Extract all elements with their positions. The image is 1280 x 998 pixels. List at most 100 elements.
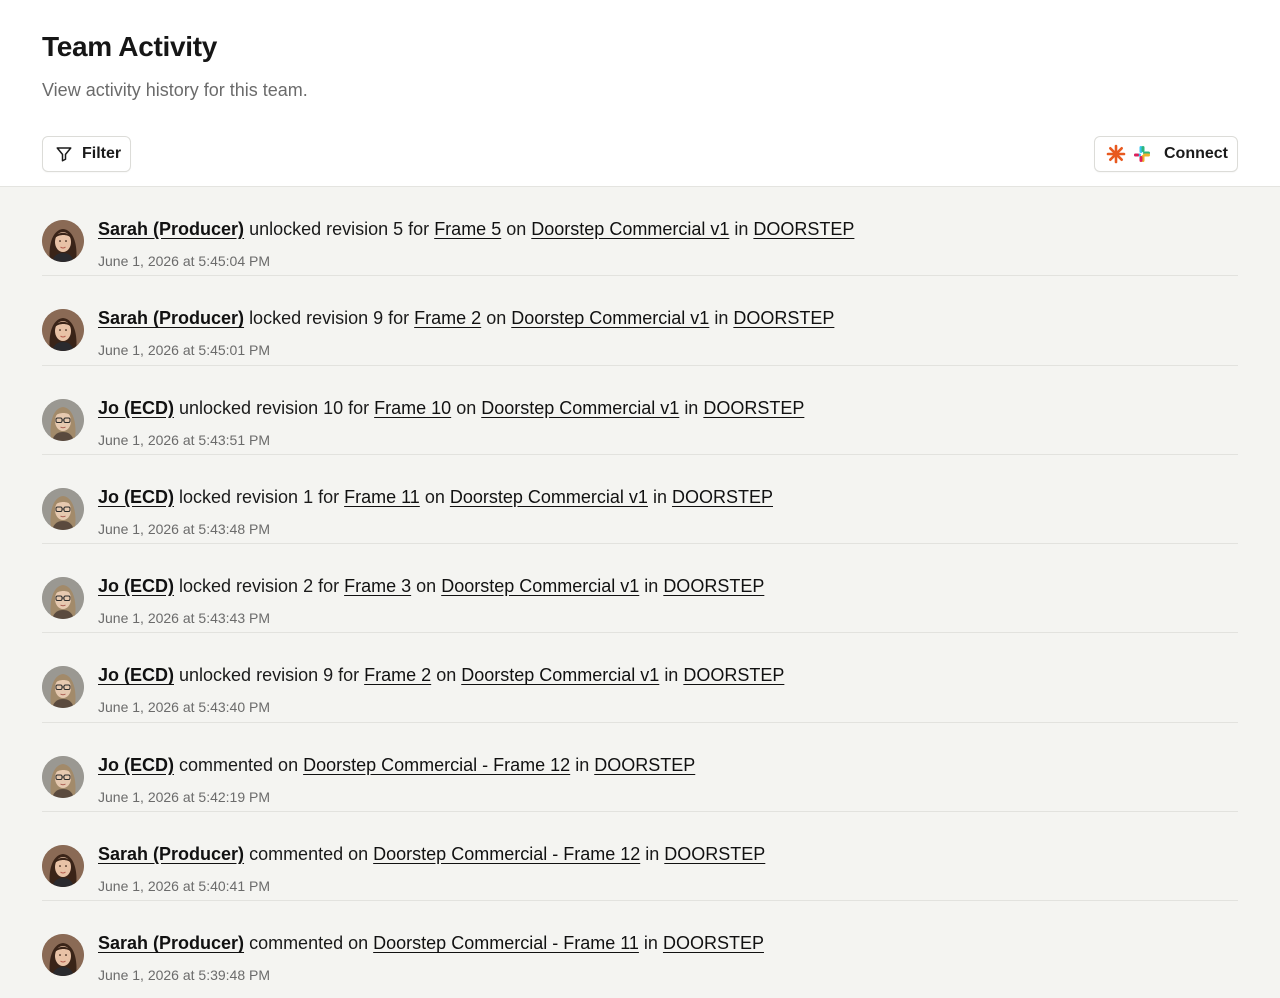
activity-row: Jo (ECD) unlocked revision 9 for Frame 2… (42, 633, 1238, 723)
team-link[interactable]: DOORSTEP (683, 665, 784, 685)
filter-button[interactable]: Filter (42, 136, 131, 172)
activity-text: Jo (ECD) commented on Doorstep Commercia… (98, 755, 695, 776)
action-text: locked revision 2 for (179, 576, 340, 597)
action-text: locked revision 9 for (249, 308, 410, 329)
team-link[interactable]: DOORSTEP (664, 844, 765, 864)
team-link[interactable]: DOORSTEP (594, 755, 695, 775)
connect-button[interactable]: Connect (1094, 136, 1238, 172)
action-text: commented on (249, 844, 369, 865)
connector-in: in (734, 219, 749, 239)
project-link[interactable]: Doorstep Commercial v1 (481, 398, 679, 418)
target-link[interactable]: Frame 2 (364, 665, 431, 685)
avatar[interactable] (42, 845, 84, 888)
activity-text: Jo (ECD) locked revision 2 for Frame 3 o… (98, 576, 764, 597)
avatar[interactable] (42, 487, 84, 530)
connector-in: in (652, 486, 667, 507)
actor-link[interactable]: Jo (ECD) (98, 576, 174, 596)
actor-link[interactable]: Sarah (Producer) (98, 933, 244, 953)
funnel-icon (55, 145, 73, 163)
actor-link[interactable]: Sarah (Producer) (98, 219, 244, 239)
timestamp: June 1, 2026 at 5:45:04 PM (98, 253, 271, 269)
timestamp: June 1, 2026 at 5:43:48 PM (98, 520, 271, 537)
actor-link[interactable]: Jo (ECD) (98, 398, 174, 418)
actor-link[interactable]: Sarah (Producer) (98, 844, 244, 864)
activity-row: Jo (ECD) locked revision 1 for Frame 11 … (42, 455, 1238, 545)
activity-text: Jo (ECD) unlocked revision 10 for Frame … (98, 398, 804, 419)
connector-in: in (664, 665, 679, 686)
project-link[interactable]: Doorstep Commercial v1 (441, 576, 639, 596)
activity-row: Sarah (Producer) unlocked revision 5 for… (42, 187, 1238, 277)
timestamp: June 1, 2026 at 5:39:48 PM (98, 967, 271, 984)
activity-text: Sarah (Producer) commented on Doorstep C… (98, 844, 765, 865)
actor-link[interactable]: Jo (ECD) (98, 665, 174, 685)
activity-row: Sarah (Producer) commented on Doorstep C… (42, 901, 1238, 990)
avatar[interactable] (42, 398, 84, 441)
actor-link[interactable]: Jo (ECD) (98, 487, 174, 507)
action-text: commented on (249, 933, 369, 954)
target-link[interactable]: Doorstep Commercial - Frame 12 (373, 844, 640, 864)
avatar[interactable] (42, 220, 84, 262)
action-text: unlocked revision 5 for (249, 219, 430, 239)
avatar[interactable] (42, 934, 84, 977)
activity-text: Jo (ECD) locked revision 1 for Frame 11 … (98, 487, 773, 508)
team-link[interactable]: DOORSTEP (703, 398, 804, 418)
connector-on: on (486, 308, 507, 329)
team-link[interactable]: DOORSTEP (733, 308, 834, 328)
page-title: Team Activity (42, 31, 218, 62)
activity-text: Sarah (Producer) unlocked revision 5 for… (98, 219, 854, 240)
target-link[interactable]: Frame 2 (414, 308, 481, 328)
team-link[interactable]: DOORSTEP (672, 487, 773, 507)
activity-text: Sarah (Producer) locked revision 9 for F… (98, 308, 834, 329)
target-link[interactable]: Frame 11 (344, 487, 420, 507)
target-link[interactable]: Frame 5 (434, 219, 501, 239)
timestamp: June 1, 2026 at 5:43:43 PM (98, 610, 271, 627)
activity-row: Sarah (Producer) locked revision 9 for F… (42, 276, 1238, 366)
avatar[interactable] (42, 309, 84, 352)
slack-logo-icon (1132, 144, 1152, 164)
target-link[interactable]: Frame 10 (374, 398, 451, 418)
claude-logo-icon (1106, 144, 1126, 164)
connector-in: in (643, 933, 658, 954)
avatar[interactable] (42, 577, 84, 620)
project-link[interactable]: Doorstep Commercial v1 (511, 308, 709, 328)
project-link[interactable]: Doorstep Commercial v1 (531, 219, 729, 239)
timestamp: June 1, 2026 at 5:40:41 PM (98, 878, 271, 895)
activity-row: Jo (ECD) locked revision 2 for Frame 3 o… (42, 544, 1238, 634)
action-text: locked revision 1 for (179, 486, 340, 507)
activity-row: Jo (ECD) unlocked revision 10 for Frame … (42, 366, 1238, 455)
avatar[interactable] (42, 755, 84, 798)
target-link[interactable]: Doorstep Commercial - Frame 11 (373, 933, 639, 953)
action-text: commented on (179, 754, 299, 775)
team-link[interactable]: DOORSTEP (663, 933, 764, 953)
connector-on: on (456, 397, 477, 418)
connector-on: on (436, 665, 457, 686)
action-text: unlocked revision 9 for (179, 665, 360, 686)
connector-on: on (506, 219, 527, 239)
filter-label: Filter (82, 145, 122, 162)
connector-in: in (644, 576, 659, 597)
connector-on: on (424, 486, 445, 507)
team-link[interactable]: DOORSTEP (663, 576, 764, 596)
connector-on: on (416, 576, 437, 597)
timestamp: June 1, 2026 at 5:43:51 PM (98, 431, 271, 448)
avatar[interactable] (42, 666, 84, 709)
activity-row: Sarah (Producer) commented on Doorstep C… (42, 812, 1238, 902)
project-link[interactable]: Doorstep Commercial v1 (450, 487, 648, 507)
timestamp: June 1, 2026 at 5:43:40 PM (98, 699, 271, 716)
actor-link[interactable]: Sarah (Producer) (98, 308, 244, 328)
connector-in: in (684, 397, 699, 418)
actor-link[interactable]: Jo (ECD) (98, 755, 174, 775)
target-link[interactable]: Frame 3 (344, 576, 411, 596)
activity-text: Sarah (Producer) commented on Doorstep C… (98, 933, 764, 954)
target-link[interactable]: Doorstep Commercial - Frame 12 (303, 755, 570, 775)
project-link[interactable]: Doorstep Commercial v1 (461, 665, 659, 685)
connect-label: Connect (1164, 145, 1228, 162)
page-header: Team Activity View activity history for … (0, 0, 1280, 187)
connector-in: in (575, 754, 590, 775)
action-text: unlocked revision 10 for (179, 397, 370, 418)
team-link[interactable]: DOORSTEP (753, 219, 854, 239)
timestamp: June 1, 2026 at 5:42:19 PM (98, 788, 271, 805)
timestamp: June 1, 2026 at 5:45:01 PM (98, 342, 271, 359)
connector-in: in (645, 844, 660, 865)
activity-text: Jo (ECD) unlocked revision 9 for Frame 2… (98, 665, 784, 686)
